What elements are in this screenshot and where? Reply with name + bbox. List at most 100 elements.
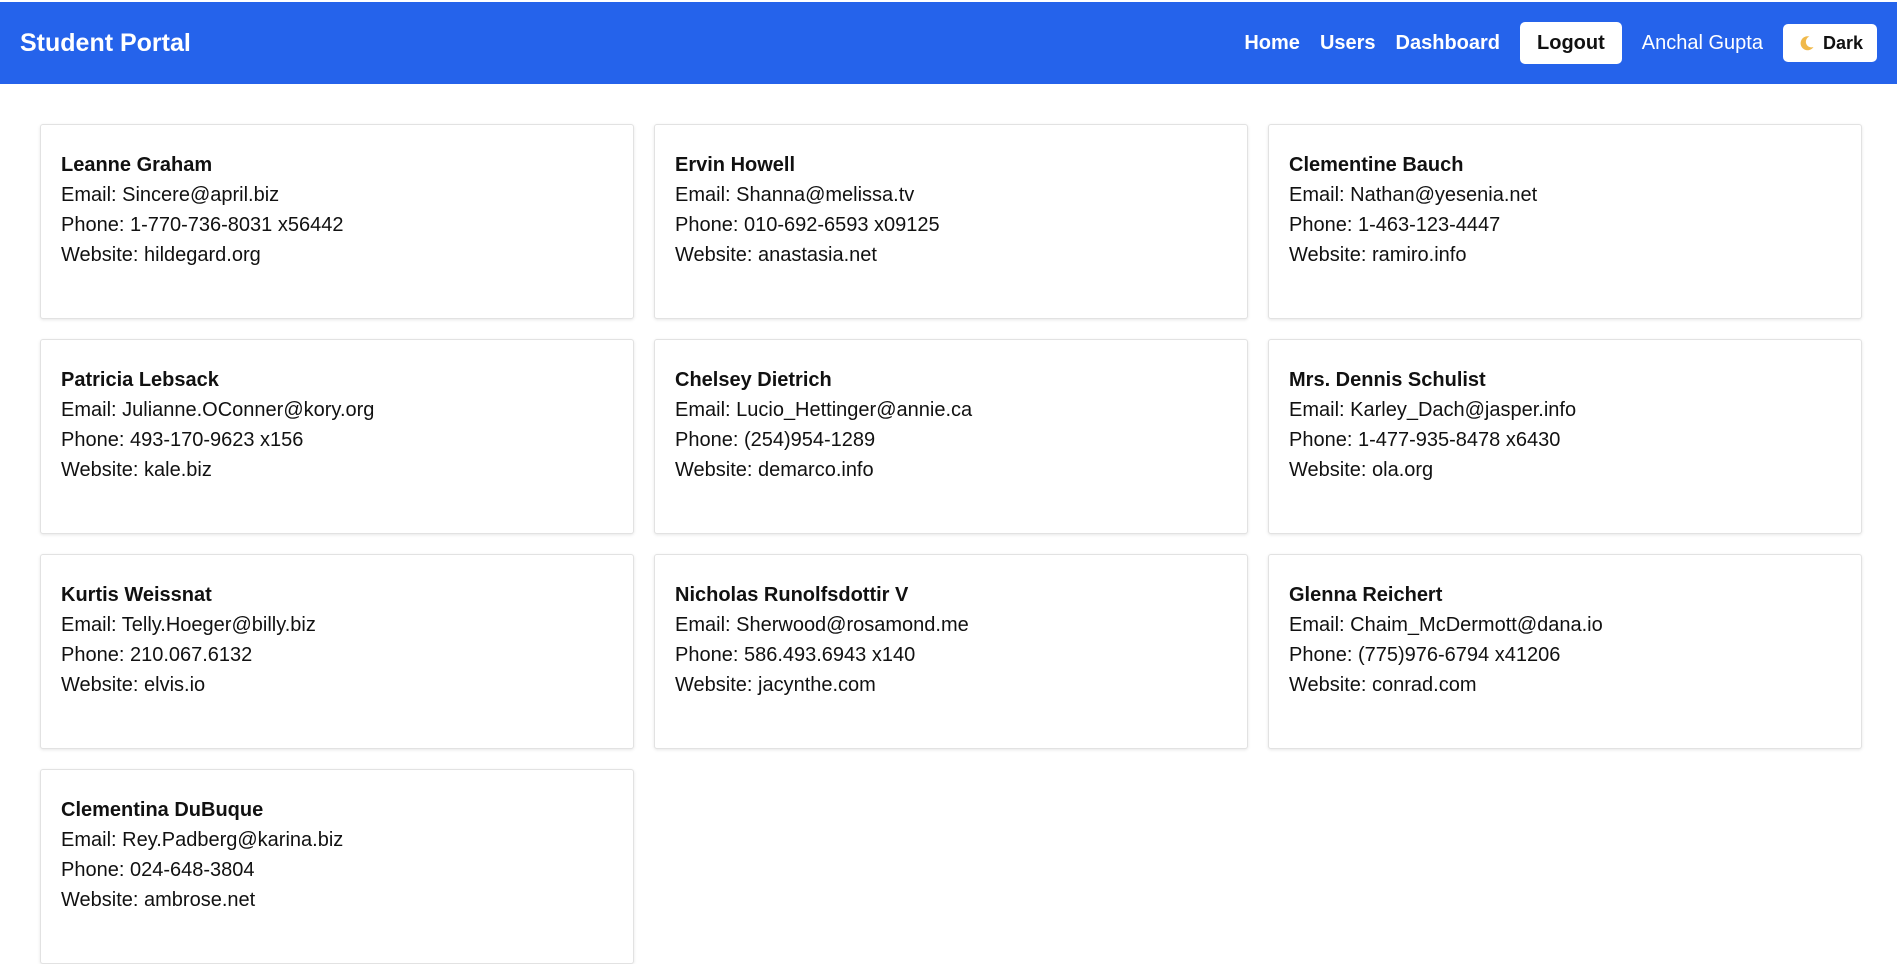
user-phone-line: Phone: 010-692-6593 x09125 — [675, 210, 1227, 240]
user-website-line: Website: ramiro.info — [1289, 240, 1841, 270]
user-name: Kurtis Weissnat — [61, 584, 212, 606]
user-phone: 1-477-935-8478 x6430 — [1357, 429, 1561, 451]
user-email-line: Email: Shanna@melissa.tv — [675, 180, 1227, 210]
user-name: Leanne Graham — [61, 154, 213, 176]
email-label: Email: — [61, 184, 123, 206]
website-label: Website: — [675, 244, 758, 266]
user-email: Julianne.OConner@kory.org — [122, 399, 375, 421]
user-phone-line: Phone: 1-477-935-8478 x6430 — [1289, 425, 1841, 455]
nav-menu: Home Users Dashboard Logout Anchal Gupta… — [1244, 22, 1877, 64]
user-email-line: Email: Julianne.OConner@kory.org — [61, 395, 613, 425]
user-phone-line: Phone: 1-463-123-4447 — [1289, 210, 1841, 240]
user-website-line: Website: kale.biz — [61, 455, 613, 485]
current-user-name: Anchal Gupta — [1641, 31, 1763, 54]
nav-link-users[interactable]: Users — [1320, 32, 1376, 55]
user-website: conrad.com — [1372, 674, 1477, 696]
user-email-line: Email: Lucio_Hettinger@annie.ca — [675, 395, 1227, 425]
user-email: Lucio_Hettinger@annie.ca — [736, 399, 973, 421]
user-website-line: Website: demarco.info — [675, 455, 1227, 485]
user-card-grid: Leanne Graham Email: Sincere@april.biz Pho… — [40, 124, 1862, 964]
user-website: elvis.io — [144, 674, 206, 696]
user-name: Clementina DuBuque — [61, 799, 264, 821]
moon-icon — [1800, 36, 1814, 51]
user-card: Clementine Bauch Email: Nathan@yesenia.ne… — [1268, 124, 1862, 319]
phone-label: Phone: — [1289, 214, 1358, 236]
user-phone: 1-770-736-8031 x56442 — [129, 214, 344, 236]
phone-label: Phone: — [61, 214, 130, 236]
user-name: Mrs. Dennis Schulist — [1289, 369, 1486, 391]
website-label: Website: — [61, 459, 144, 481]
user-email-line: Email: Chaim_McDermott@dana.io — [1289, 610, 1841, 640]
user-email: Sincere@april.biz — [122, 184, 280, 206]
user-website-line: Website: jacynthe.com — [675, 670, 1227, 700]
user-email: Karley_Dach@jasper.info — [1350, 399, 1577, 421]
user-phone: 493-170-9623 x156 — [129, 429, 304, 451]
email-label: Email: — [1289, 614, 1351, 636]
user-email: Sherwood@rosamond.me — [736, 614, 969, 636]
user-card: Patricia Lebsack Email: Julianne.OConner@… — [40, 339, 634, 534]
top-navbar: Student Portal Home Users Dashboard Logo… — [0, 2, 1897, 84]
user-card: Leanne Graham Email: Sincere@april.biz Pho… — [40, 124, 634, 319]
user-website-line: Website: conrad.com — [1289, 670, 1841, 700]
theme-toggle-button[interactable]: Dark — [1782, 24, 1877, 62]
user-email-line: Email: Sincere@april.biz — [61, 180, 613, 210]
user-phone: 210.067.6132 — [129, 644, 253, 666]
user-website: ola.org — [1372, 459, 1434, 481]
website-label: Website: — [675, 674, 758, 696]
user-card: Glenna Reichert Email: Chaim_McDermott@da… — [1268, 554, 1862, 749]
user-phone: 586.493.6943 x140 — [743, 644, 916, 666]
user-phone: 1-463-123-4447 — [1357, 214, 1501, 236]
website-label: Website: — [61, 674, 144, 696]
email-label: Email: — [61, 399, 123, 421]
user-card: Clementina DuBuque Email: Rey.Padberg@kar… — [40, 769, 634, 964]
user-name: Clementine Bauch — [1289, 154, 1464, 176]
user-website: demarco.info — [758, 459, 874, 481]
phone-label: Phone: — [675, 644, 744, 666]
phone-label: Phone: — [1289, 644, 1358, 666]
user-phone: (775)976-6794 x41206 — [1357, 644, 1561, 666]
user-website: kale.biz — [144, 459, 212, 481]
user-phone-line: Phone: (775)976-6794 x41206 — [1289, 640, 1841, 670]
phone-label: Phone: — [675, 429, 744, 451]
user-card: Mrs. Dennis Schulist Email: Karley_Dach@j… — [1268, 339, 1862, 534]
user-name: Patricia Lebsack — [61, 369, 219, 391]
nav-link-dashboard[interactable]: Dashboard — [1396, 32, 1500, 55]
phone-label: Phone: — [61, 859, 130, 881]
email-label: Email: — [675, 614, 737, 636]
email-label: Email: — [675, 399, 737, 421]
website-label: Website: — [675, 459, 758, 481]
user-email-line: Email: Karley_Dach@jasper.info — [1289, 395, 1841, 425]
user-email: Shanna@melissa.tv — [736, 184, 915, 206]
user-email: Chaim_McDermott@dana.io — [1350, 614, 1603, 636]
email-label: Email: — [1289, 399, 1351, 421]
user-card: Ervin Howell Email: Shanna@melissa.tv Phon… — [654, 124, 1248, 319]
user-phone: 010-692-6593 x09125 — [743, 214, 940, 236]
website-label: Website: — [1289, 674, 1372, 696]
user-website: ambrose.net — [144, 889, 256, 911]
user-email-line: Email: Telly.Hoeger@billy.biz — [61, 610, 613, 640]
theme-toggle-label: Dark — [1822, 32, 1863, 53]
user-website-line: Website: hildegard.org — [61, 240, 613, 270]
user-email-line: Email: Nathan@yesenia.net — [1289, 180, 1841, 210]
email-label: Email: — [675, 184, 737, 206]
phone-label: Phone: — [1289, 429, 1358, 451]
email-label: Email: — [61, 614, 122, 636]
phone-label: Phone: — [675, 214, 744, 236]
website-label: Website: — [1289, 244, 1372, 266]
user-phone-line: Phone: 1-770-736-8031 x56442 — [61, 210, 613, 240]
logout-button[interactable]: Logout — [1520, 22, 1622, 64]
user-name: Nicholas Runolfsdottir V — [675, 584, 909, 606]
user-phone-line: Phone: 210.067.6132 — [61, 640, 613, 670]
user-card: Chelsey Dietrich Email: Lucio_Hettinger@a… — [654, 339, 1248, 534]
email-label: Email: — [61, 829, 123, 851]
user-website: ramiro.info — [1372, 244, 1467, 266]
brand-title[interactable]: Student Portal — [20, 29, 191, 58]
user-website: hildegard.org — [144, 244, 261, 266]
user-email-line: Email: Rey.Padberg@karina.biz — [61, 825, 613, 855]
user-name: Chelsey Dietrich — [675, 369, 832, 391]
nav-link-home[interactable]: Home — [1244, 32, 1300, 55]
user-website-line: Website: ola.org — [1289, 455, 1841, 485]
phone-label: Phone: — [61, 644, 130, 666]
user-phone-line: Phone: 493-170-9623 x156 — [61, 425, 613, 455]
website-label: Website: — [1289, 459, 1372, 481]
